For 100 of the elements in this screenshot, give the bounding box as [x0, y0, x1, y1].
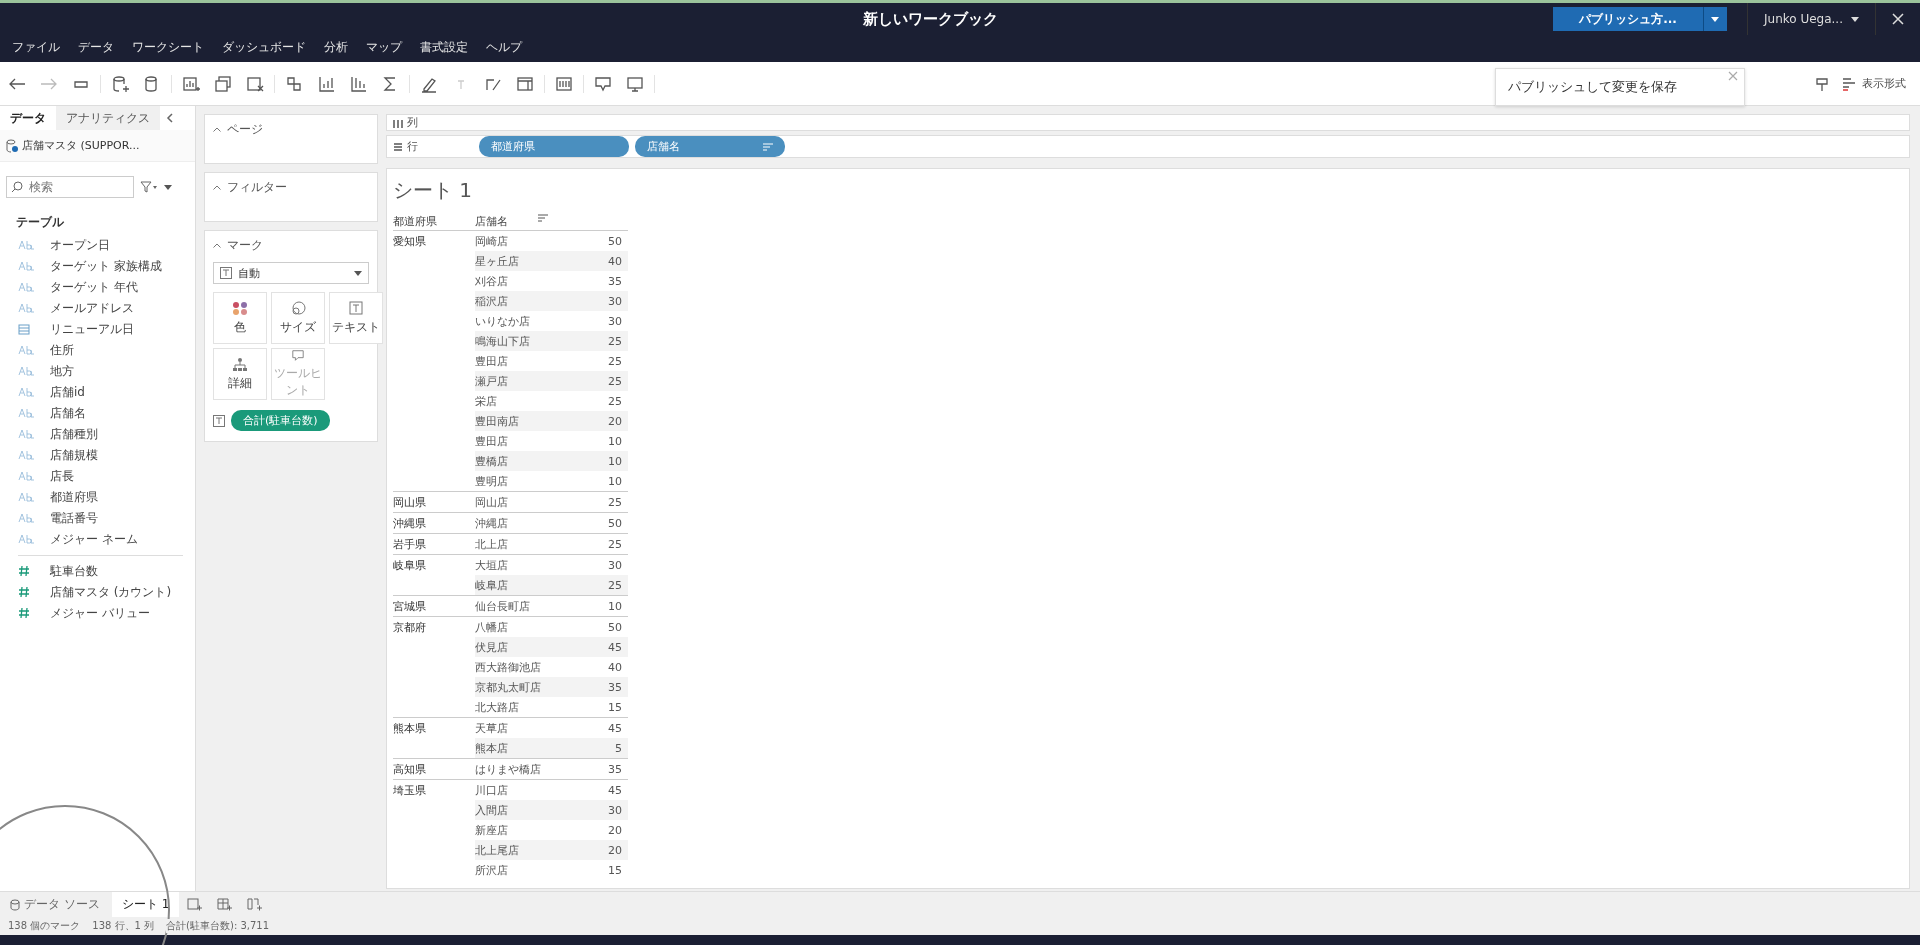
text-type-icon	[18, 260, 36, 271]
text-type-icon	[18, 449, 36, 460]
field-item[interactable]: リニューアル日	[50, 321, 134, 338]
field-item[interactable]: メジャー バリュー	[50, 605, 150, 622]
text-type-icon	[18, 365, 36, 376]
search-icon	[11, 181, 23, 193]
field-item[interactable]: 店舗名	[50, 405, 86, 422]
dropdown-button[interactable]	[1703, 7, 1727, 31]
field-item[interactable]: 電話番号	[50, 510, 98, 527]
table-cell: 岩手県	[393, 538, 426, 551]
menu-item[interactable]: データ	[78, 39, 114, 56]
new-story-icon[interactable]	[247, 897, 264, 912]
table-cell-text: 入間店	[475, 802, 509, 818]
field-item[interactable]: 店舗規模	[50, 447, 98, 464]
table-cell: 宮城県	[393, 600, 426, 613]
table-cell-text: 豊田店	[475, 353, 509, 369]
dropdown-value: 自動	[238, 265, 260, 281]
user-name[interactable]: Junko Uega...	[1764, 12, 1843, 26]
text-type-icon	[18, 407, 36, 418]
table-cell-text: 鳴海山下店	[475, 333, 531, 349]
table-cell-text: 35	[607, 274, 623, 288]
menu-item[interactable]: 分析	[324, 39, 348, 56]
panel-tab[interactable]: アナリティクス	[56, 106, 160, 130]
table-cell-text: はりまや橋店	[475, 761, 542, 777]
table-cell: 愛知県	[393, 235, 426, 248]
card-title: マーク	[227, 237, 263, 254]
mark-button[interactable]: サイズ	[271, 292, 325, 344]
dimension-pill[interactable]: 都道府県	[479, 136, 629, 157]
database-add-icon[interactable]	[111, 74, 129, 93]
mark-type-dropdown[interactable]: 自動	[213, 262, 369, 284]
table-cell-text: 30	[607, 314, 623, 328]
table-cell-text: 星ヶ丘店	[475, 253, 520, 269]
collapse-icon[interactable]	[166, 113, 174, 123]
text-type-icon	[18, 512, 36, 523]
chevron-icon[interactable]	[213, 185, 221, 190]
sheet-tab[interactable]: データ ソース	[0, 892, 110, 917]
chevron-icon[interactable]	[213, 243, 221, 248]
table-cell: 京都府	[393, 621, 426, 634]
table-cell-text: 25	[607, 495, 623, 509]
new-dashboard-icon[interactable]	[217, 897, 234, 912]
menu-item[interactable]: ダッシュボード	[222, 39, 306, 56]
field-item[interactable]: 店舗マスタ (カウント)	[50, 584, 172, 601]
field-item[interactable]: 店長	[50, 468, 74, 485]
caret-icon[interactable]	[1851, 16, 1859, 22]
card-title: フィルター	[227, 179, 287, 196]
chart-icon	[1842, 76, 1856, 91]
layout-icon[interactable]	[516, 74, 534, 93]
mark-button[interactable]: テキスト	[329, 292, 383, 344]
table-cell: 埼玉県	[393, 784, 426, 797]
duplicate-sheet-icon[interactable]	[214, 74, 232, 93]
field-item[interactable]: 店舗id	[50, 384, 85, 401]
field-item[interactable]: オープン日	[50, 237, 110, 254]
fit-icon[interactable]	[555, 74, 573, 93]
menu-item[interactable]: ヘルプ	[486, 39, 522, 56]
field-item[interactable]: メールアドレス	[50, 300, 134, 317]
field-item[interactable]: 地方	[50, 363, 74, 380]
number-icon	[18, 606, 30, 619]
dimension-pill[interactable]: 店舗名	[635, 136, 785, 157]
swap-icon[interactable]	[285, 74, 303, 93]
field-item[interactable]: 店舗種別	[50, 426, 98, 443]
table-cell-text: 25	[607, 394, 623, 408]
columns-icon	[393, 117, 403, 128]
new-sheet-icon[interactable]	[182, 74, 200, 93]
clear-sheet-icon[interactable]	[246, 74, 264, 93]
table-cell-text: 10	[607, 599, 623, 613]
field-item[interactable]: 住所	[50, 342, 74, 359]
caret-icon[interactable]	[164, 184, 172, 190]
field-item[interactable]: 駐車台数	[50, 563, 98, 580]
text-mark-icon	[220, 267, 232, 279]
table-cell-text: 25	[607, 578, 623, 592]
menu-item[interactable]: ワークシート	[132, 39, 204, 56]
field-item[interactable]: ターゲット 年代	[50, 279, 138, 296]
sheet-tab[interactable]: シート 1	[111, 892, 180, 917]
presentation-icon[interactable]	[626, 74, 644, 93]
table-cell-text: 熊本店	[475, 740, 509, 756]
table-cell-text: 50	[607, 620, 623, 634]
field-item[interactable]: ターゲット 家族構成	[50, 258, 162, 275]
chevron-icon[interactable]	[213, 127, 221, 132]
table-cell-text: 栄店	[475, 393, 498, 409]
mark-button[interactable]: 詳細	[213, 348, 267, 400]
menu-item[interactable]: マップ	[366, 39, 402, 56]
menu-item[interactable]: 書式設定	[420, 39, 468, 56]
sort-descending-icon[interactable]	[349, 74, 367, 93]
measure-pill[interactable]: 合計(駐車台数)	[231, 410, 330, 431]
show-me-button[interactable]: 表示形式	[1836, 75, 1912, 92]
mark-button[interactable]: 色	[213, 292, 267, 344]
table-cell-text: 刈谷店	[475, 273, 509, 289]
sort-ascending-icon[interactable]	[317, 74, 335, 93]
shelf-label: 列	[407, 115, 418, 130]
field-item[interactable]: メジャー ネーム	[50, 531, 138, 548]
search-field[interactable]: 検索	[6, 176, 134, 198]
column-header: 都道府県	[393, 214, 438, 230]
tooltip-icon[interactable]	[594, 74, 612, 93]
publish-button[interactable]: パブリッシュ方...	[1553, 7, 1703, 31]
database-icon	[10, 898, 20, 911]
filter-icon[interactable]	[140, 181, 158, 193]
menu-item[interactable]: ファイル	[12, 39, 60, 56]
field-item[interactable]: 都道府県	[50, 489, 98, 506]
new-sheet-icon[interactable]	[187, 897, 204, 912]
table-cell-text: 瀬戸店	[475, 373, 509, 389]
